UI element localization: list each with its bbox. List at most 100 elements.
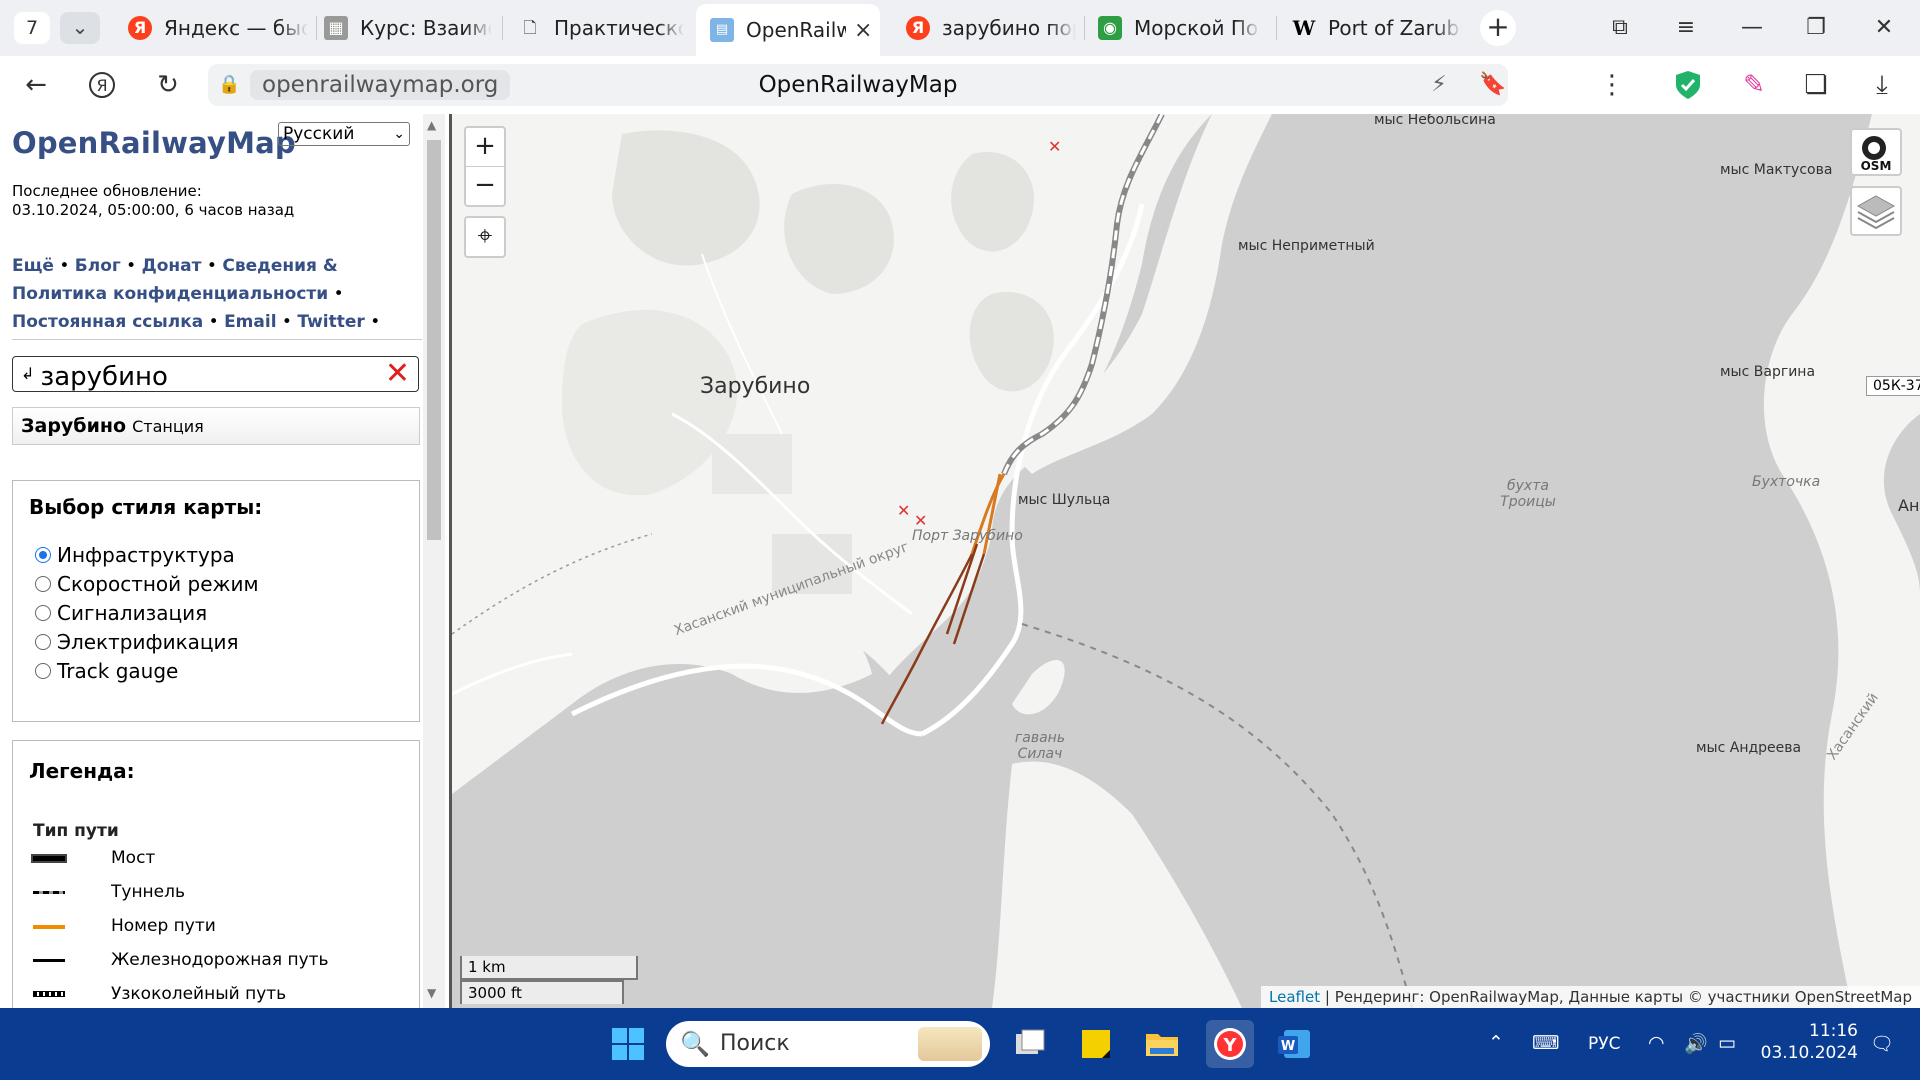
- tab-openrailwaymap[interactable]: ▤ OpenRailwayMap ×: [696, 4, 880, 56]
- link-blog[interactable]: Блог: [75, 256, 121, 276]
- road-code-badge: 05К-374: [1866, 376, 1920, 396]
- taskbar-search[interactable]: 🔍 Поиск: [666, 1021, 990, 1067]
- input-language[interactable]: РУС: [1588, 1034, 1620, 1054]
- back-arrow-icon[interactable]: ←: [16, 65, 56, 105]
- link-twitter[interactable]: Twitter: [297, 312, 364, 332]
- site-logo[interactable]: OpenRailwayMap: [12, 126, 296, 160]
- tab-practical[interactable]: 🗋 Практическое задание: [518, 8, 684, 48]
- tab-port-zarubino-wiki[interactable]: W Port of Zarubino: [1292, 8, 1462, 48]
- language-select[interactable]: Русский ⌄: [278, 122, 410, 146]
- minimize-icon[interactable]: —: [1732, 10, 1772, 46]
- sidebar-scroll-thumb[interactable]: [427, 140, 441, 540]
- map-label-cape-andreeva: мыс Андреева: [1696, 740, 1802, 756]
- tab-count-button[interactable]: 7: [14, 12, 50, 44]
- download-icon[interactable]: ⤓: [1862, 65, 1902, 105]
- tray-chevron-up-icon[interactable]: ⌃: [1488, 1032, 1504, 1054]
- map-tiles: ✕ ✕ ✕: [452, 114, 1920, 1008]
- start-windows-icon[interactable]: [606, 1022, 650, 1066]
- clear-search-icon[interactable]: ✕: [385, 359, 410, 389]
- more-options-icon[interactable]: ⋮: [1592, 65, 1632, 105]
- url-domain[interactable]: openrailwaymap.org: [250, 70, 511, 100]
- sticky-notes-icon[interactable]: [1074, 1022, 1118, 1066]
- scale-ft: 3000 ft: [460, 980, 624, 1004]
- scroll-up-icon[interactable]: ▲: [427, 118, 436, 132]
- link-permalink[interactable]: Постоянная ссылка: [12, 312, 203, 332]
- collections-icon[interactable]: ❏: [1796, 65, 1836, 105]
- file-explorer-icon[interactable]: [1140, 1022, 1184, 1066]
- battery-icon[interactable]: ▭: [1718, 1032, 1736, 1054]
- svg-text:OSM: OSM: [1861, 159, 1892, 173]
- style-radio-infrastructure[interactable]: Инфраструктура: [35, 543, 235, 567]
- sidebar: OpenRailwayMap Русский ⌄ Последнее обнов…: [0, 114, 452, 1008]
- style-radio-signals[interactable]: Сигнализация: [35, 601, 207, 625]
- map-label-port: Порт Зарубино: [912, 528, 1023, 544]
- search-input[interactable]: ↲ зарубино ✕: [12, 356, 419, 392]
- legend-subtitle: Тип пути: [33, 821, 119, 841]
- new-tab-button[interactable]: +: [1480, 10, 1516, 46]
- map-icon: ◉: [1098, 16, 1122, 40]
- document-icon: 🗋: [523, 18, 537, 37]
- map-label-bukhtochka: Бухточка: [1752, 474, 1821, 490]
- task-view-icon[interactable]: [1008, 1022, 1052, 1066]
- restore-icon[interactable]: ❐: [1796, 10, 1836, 46]
- taskbar-clock[interactable]: 11:16 03.10.2024: [1754, 1020, 1858, 1064]
- reload-icon[interactable]: ↻: [148, 65, 188, 105]
- address-bar-row: ← Я ↻ 🔒 openrailwaymap.org OpenRailwayMa…: [0, 56, 1920, 114]
- url-field[interactable]: 🔒 openrailwaymap.org OpenRailwayMap ⚡ 🔖: [208, 64, 1508, 106]
- tab-zarubino-port[interactable]: Я зарубино порт: [906, 8, 1076, 48]
- link-donate[interactable]: Донат: [142, 256, 202, 276]
- railway-swatch: [33, 959, 65, 962]
- zoom-in-button[interactable]: +: [466, 128, 504, 166]
- protect-off-icon[interactable]: ⚡: [1424, 70, 1454, 100]
- scale-km: 1 km: [460, 956, 638, 980]
- style-radio-electrification[interactable]: Электрификация: [35, 630, 239, 654]
- windows-taskbar: 🔍 Поиск Y W ⌃ ⌨ РУС ◠ 🔊 ▭ 11:16 03.10.20…: [0, 1008, 1920, 1080]
- style-radio-gauge[interactable]: Track gauge: [35, 659, 178, 683]
- yandex-home-icon[interactable]: Я: [82, 65, 122, 105]
- keyboard-icon[interactable]: ⌨: [1532, 1032, 1559, 1054]
- svg-text:✕: ✕: [1048, 137, 1061, 156]
- wifi-icon[interactable]: ◠: [1648, 1032, 1665, 1054]
- leaflet-link[interactable]: Leaflet: [1269, 988, 1320, 1006]
- word-icon[interactable]: W: [1272, 1022, 1316, 1066]
- bookmark-icon[interactable]: 🔖: [1478, 70, 1508, 100]
- search-icon: 🔍: [680, 1030, 710, 1058]
- zoom-out-button[interactable]: −: [466, 167, 504, 205]
- link-more[interactable]: Ещё: [12, 256, 54, 276]
- style-radio-maxspeed[interactable]: Скоростной режим: [35, 572, 259, 596]
- map-view[interactable]: ✕ ✕ ✕ мыс Небольсина мыс Мактусова мыс Н…: [452, 114, 1920, 1008]
- map-attribution: Leaflet | Рендеринг: OpenRailwayMap, Дан…: [1261, 986, 1920, 1008]
- osm-link-button[interactable]: OSM: [1850, 128, 1902, 176]
- close-window-icon[interactable]: ✕: [1864, 10, 1904, 46]
- layers-icon: [1856, 195, 1896, 230]
- radio-checked[interactable]: [35, 547, 51, 563]
- narrow-gauge-swatch: [33, 991, 65, 997]
- link-email[interactable]: Email: [224, 312, 276, 332]
- legend-panel: Легенда: Тип пути Мост Туннель Номер пут…: [12, 740, 420, 1008]
- map-label-cape-maktusova: мыс Мактусова: [1720, 162, 1833, 178]
- bookmarks-panel-icon[interactable]: ⧉: [1600, 10, 1640, 46]
- shield-icon[interactable]: [1668, 65, 1708, 105]
- tab-yandex[interactable]: Я Яндекс — быстрый поиск: [128, 8, 308, 48]
- tab-sea-port[interactable]: ◉ Морской Порт: [1098, 8, 1260, 48]
- tunnel-swatch: [33, 891, 65, 894]
- yandex-browser-taskbar-icon[interactable]: Y: [1206, 1020, 1254, 1068]
- volume-icon[interactable]: 🔊: [1684, 1032, 1708, 1055]
- pen-extension-icon[interactable]: ✎: [1734, 65, 1774, 105]
- map-style-title: Выбор стиля карты:: [29, 495, 263, 519]
- close-tab-icon[interactable]: ×: [854, 18, 872, 43]
- map-label-harbor-silach: гавань Силач: [1014, 730, 1066, 762]
- locate-crosshair-icon[interactable]: ⌖: [466, 218, 504, 256]
- layers-button[interactable]: [1850, 186, 1902, 236]
- zoom-control: + −: [464, 126, 506, 207]
- nav-links: Ещё • Блог • Донат • Сведения & Политика…: [12, 256, 381, 332]
- tab-course[interactable]: ▦ Курс: Взаимодействие: [324, 8, 492, 48]
- search-result-item[interactable]: Зарубино Станция: [12, 407, 420, 445]
- tab-list-chevron-icon[interactable]: ⌄: [60, 12, 100, 44]
- map-label-and: Анд: [1898, 496, 1920, 515]
- map-label-town: Зарубино: [700, 374, 811, 399]
- notifications-icon[interactable]: 🗨: [1870, 1032, 1894, 1055]
- chevron-down-icon: ⌄: [393, 126, 405, 142]
- scroll-down-icon[interactable]: ▼: [427, 986, 436, 1000]
- menu-icon[interactable]: ≡: [1666, 10, 1706, 46]
